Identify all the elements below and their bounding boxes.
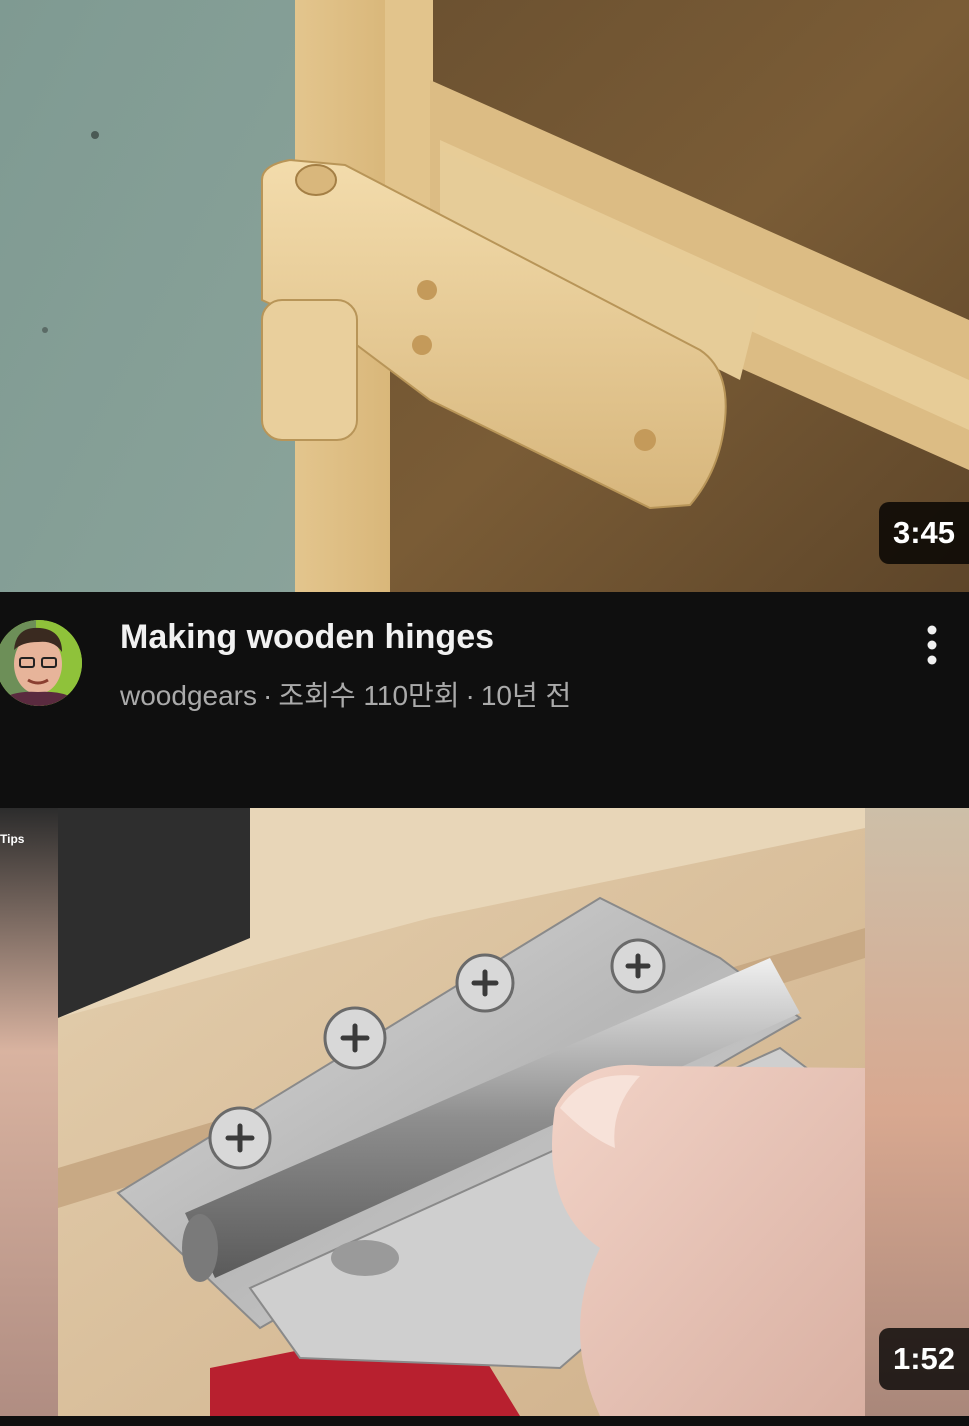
side-video-label: Tips: [0, 832, 25, 846]
upload-age: 10년 전: [480, 680, 572, 711]
video-duration-badge: 1:52: [878, 1328, 969, 1390]
video-meta-row[interactable]: Making wooden hinges woodgears · 조회수 110만회…: [0, 592, 969, 808]
bottom-divider: [0, 1416, 969, 1426]
channel-name[interactable]: woodgears: [120, 680, 257, 711]
more-vert-icon[interactable]: [917, 622, 947, 672]
video-duration-badge: 3:45: [878, 502, 969, 564]
video-thumbnail[interactable]: 3:45: [0, 0, 969, 592]
thumbnail-image-metal-hinge: [0, 808, 969, 1416]
thumbnail-image-wooden-hinge: [0, 0, 969, 592]
view-count: 조회수 110만회: [278, 680, 460, 711]
video-thumbnail[interactable]: Tips: [0, 808, 969, 1416]
channel-avatar[interactable]: [0, 620, 82, 706]
video-title[interactable]: Making wooden hinges: [120, 618, 494, 657]
separator: ·: [262, 680, 273, 711]
separator: ·: [465, 680, 475, 711]
video-subtitle: woodgears · 조회수 110만회 · 10년 전: [120, 674, 571, 714]
avatar-image: [0, 620, 82, 706]
